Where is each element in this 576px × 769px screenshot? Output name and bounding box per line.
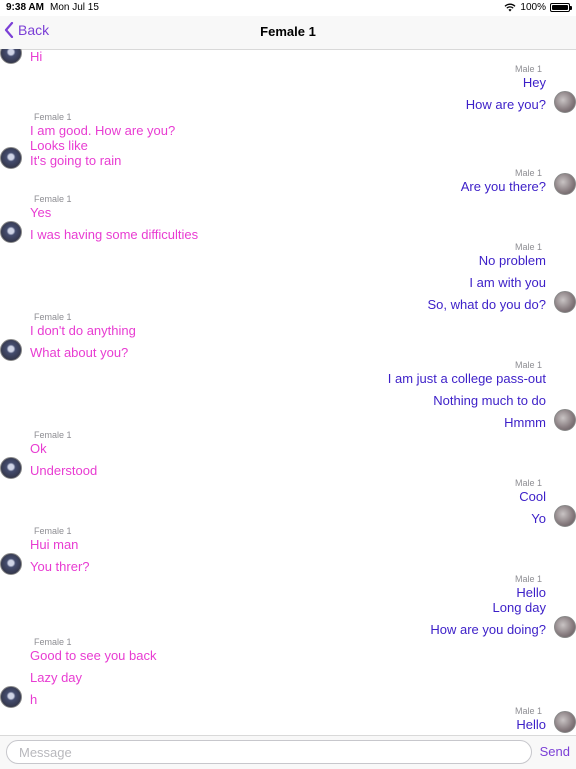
status-time: 9:38 AM	[6, 2, 44, 13]
male-avatar	[554, 616, 576, 638]
female-avatar	[0, 553, 22, 575]
message-bubble: How are you?	[465, 97, 546, 112]
sender-label: Female 1	[34, 430, 72, 440]
female-avatar	[0, 457, 22, 479]
female-avatar	[0, 339, 22, 361]
message-bubble: Looks like	[30, 138, 88, 153]
battery-percent: 100%	[520, 2, 546, 13]
message-bubble: Hey	[522, 75, 546, 90]
message-bubble: Long day	[492, 600, 547, 615]
message-bubble: Understood	[30, 463, 98, 478]
send-button[interactable]: Send	[540, 744, 570, 759]
message-bubble: So, what do you do?	[427, 297, 546, 312]
status-right: 100%	[504, 2, 572, 13]
sender-label: Female 1	[34, 312, 72, 322]
male-avatar	[554, 711, 576, 733]
message-bubble: I don't do anything	[30, 323, 136, 338]
message-bubble: No problem	[478, 253, 546, 268]
message-bubble: It's going to rain	[30, 153, 122, 168]
navigation-bar: Back Female 1	[0, 16, 576, 50]
message-bubble: Ok	[30, 441, 47, 456]
status-date: Mon Jul 15	[50, 2, 99, 13]
female-avatar	[0, 49, 22, 64]
message-bubble: Yes	[30, 205, 52, 220]
male-avatar	[554, 173, 576, 195]
page-title: Female 1	[260, 24, 316, 39]
sender-label: Female 1	[34, 526, 72, 536]
message-bubble: Nothing much to do	[433, 393, 546, 408]
message-list[interactable]: Hi Male 1 Hey How are you? Female 1 I am…	[0, 49, 576, 735]
message-input-bar: Send	[0, 735, 576, 769]
message-bubble: I am with you	[469, 275, 546, 290]
sender-label: Female 1	[34, 637, 72, 647]
message-input[interactable]	[6, 740, 532, 764]
message-bubble: Hello	[516, 585, 546, 600]
message-bubble: I am good. How are you?	[30, 123, 176, 138]
message-bubble: How are you doing?	[430, 622, 546, 637]
sender-label: Female 1	[34, 194, 72, 204]
sender-label: Male 1	[514, 574, 542, 584]
message-bubble: Cool	[519, 489, 546, 504]
female-avatar	[0, 147, 22, 169]
sender-label: Male 1	[514, 242, 542, 252]
message-bubble: Lazy day	[30, 670, 83, 685]
male-avatar	[554, 409, 576, 431]
sender-label: Female 1	[34, 112, 72, 122]
sender-label: Male 1	[514, 64, 542, 74]
female-avatar	[0, 686, 22, 708]
female-avatar	[0, 221, 22, 243]
message-bubble: You threr?	[30, 559, 90, 574]
sender-label: Male 1	[514, 360, 542, 370]
sender-label: Male 1	[514, 168, 542, 178]
male-avatar	[554, 291, 576, 313]
message-bubble: Hmmm	[504, 415, 546, 430]
message-bubble: I was having some difficulties	[30, 227, 199, 242]
sender-label: Male 1	[514, 706, 542, 716]
message-bubble: h	[30, 692, 38, 707]
message-bubble: Good to see you back	[30, 648, 157, 663]
wifi-icon	[504, 3, 516, 12]
status-bar: 9:38 AM Mon Jul 15 100%	[0, 0, 576, 16]
male-avatar	[554, 505, 576, 527]
message-bubble: I am just a college pass-out	[387, 371, 546, 386]
message-bubble: Hello	[516, 717, 546, 732]
message-bubble: Hui man	[30, 537, 79, 552]
male-avatar	[554, 91, 576, 113]
battery-icon	[550, 3, 572, 12]
message-bubble: Hi	[30, 49, 43, 64]
sender-label: Male 1	[514, 478, 542, 488]
message-bubble: Are you there?	[460, 179, 546, 194]
message-bubble: Yo	[531, 511, 546, 526]
message-bubble: What about you?	[30, 345, 129, 360]
